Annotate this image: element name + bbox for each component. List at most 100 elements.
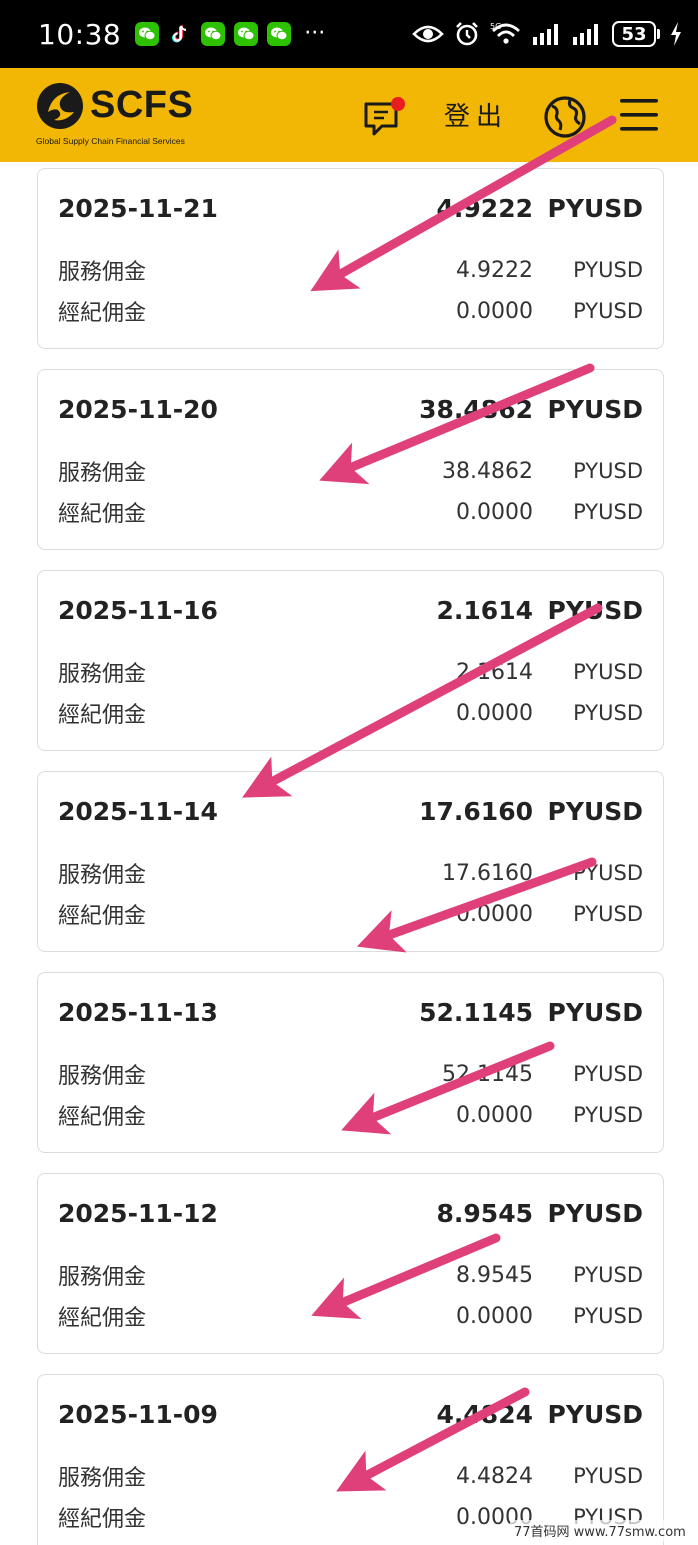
service-commission-value: 2.1614 [456,659,533,685]
broker-commission-label: 經紀佣金 [58,1306,147,1331]
service-commission-label: 服務佣金 [58,1064,147,1089]
wechat-icon [201,22,226,46]
service-commission-label: 服務佣金 [58,1265,147,1290]
service-commission-currency: PYUSD [573,1263,643,1287]
status-time: 10:38 [38,17,122,51]
logo[interactable]: SCFS Global Supply Chain Financial Servi… [36,80,206,150]
notification-dot [391,97,405,111]
broker-commission-label: 經紀佣金 [58,301,147,326]
commission-card: 2025-11-13 52.1145 PYUSD 服務佣金 52.1145 PYUSD … [37,972,664,1153]
broker-commission-value: 0.0000 [456,901,533,927]
broker-commission-currency: PYUSD [573,902,643,926]
service-commission-value: 17.6160 [442,860,533,886]
record-date: 2025-11-21 [58,193,218,223]
broker-commission-currency: PYUSD [573,299,643,323]
service-commission-label: 服務佣金 [58,662,147,687]
service-commission-currency: PYUSD [573,258,643,282]
service-commission-value: 4.9222 [456,257,533,283]
record-currency: PYUSD [547,394,643,424]
status-right: 5G 53 [412,21,682,47]
broker-commission-currency: PYUSD [573,1304,643,1328]
broker-commission-label: 經紀佣金 [58,904,147,929]
signal-icon [573,24,598,45]
commission-list[interactable]: 2025-11-21 4.9222 PYUSD 服務佣金 4.9222 PYUSD 經紀… [0,162,698,1545]
charging-icon [671,22,681,46]
broker-commission-label: 經紀佣金 [58,1105,147,1130]
logo-text: SCFS [90,84,194,126]
record-date: 2025-11-09 [58,1399,218,1429]
language-button[interactable] [542,94,588,140]
service-commission-value: 8.9545 [456,1262,533,1288]
service-commission-label: 服務佣金 [58,863,147,888]
broker-commission-label: 經紀佣金 [58,1507,147,1532]
service-commission-value: 38.4862 [442,458,533,484]
battery-level: 53 [612,21,656,47]
record-total: 2.1614 [436,595,533,625]
broker-commission-currency: PYUSD [573,1103,643,1127]
logo-mark-icon [37,83,83,129]
service-commission-currency: PYUSD [573,660,643,684]
message-button[interactable] [362,96,408,142]
record-currency: PYUSD [547,1399,643,1429]
broker-commission-currency: PYUSD [573,500,643,524]
commission-card: 2025-11-20 38.4862 PYUSD 服務佣金 38.4862 PYUSD … [37,369,664,550]
commission-card: 2025-11-21 4.9222 PYUSD 服務佣金 4.9222 PYUSD 經紀… [37,168,664,349]
record-currency: PYUSD [547,193,643,223]
service-commission-currency: PYUSD [573,861,643,885]
globe-icon [544,96,586,138]
wechat-icon [267,22,292,46]
record-total: 4.4824 [436,1399,533,1429]
more-notifications-icon: ··· [304,21,326,46]
wifi-icon: 5G [490,22,520,44]
record-currency: PYUSD [547,796,643,826]
broker-commission-currency: PYUSD [573,701,643,725]
record-currency: PYUSD [547,1198,643,1228]
watermark: 77首码网 www.77smw.com [510,1520,690,1541]
record-currency: PYUSD [547,595,643,625]
eye-icon [412,25,444,43]
broker-commission-label: 經紀佣金 [58,502,147,527]
wechat-icon [135,22,160,46]
record-date: 2025-11-12 [58,1198,218,1228]
service-commission-currency: PYUSD [573,1464,643,1488]
service-commission-value: 4.4824 [456,1463,533,1489]
broker-commission-value: 0.0000 [456,1102,533,1128]
battery-icon: 53 [612,21,660,47]
logo-subtitle: Global Supply Chain Financial Services [36,136,185,146]
service-commission-currency: PYUSD [573,1062,643,1086]
record-total: 8.9545 [436,1198,533,1228]
record-total: 4.9222 [436,193,533,223]
alarm-icon [456,22,478,46]
status-bar: 10:38 ··· 5G 53 [0,0,698,68]
record-total: 38.4862 [419,394,533,424]
record-date: 2025-11-13 [58,997,218,1027]
record-currency: PYUSD [547,997,643,1027]
logout-button[interactable]: 登出 [444,96,508,133]
wechat-icon [234,22,259,46]
tiktok-icon [168,22,193,46]
service-commission-value: 52.1145 [442,1061,533,1087]
broker-commission-label: 經紀佣金 [58,703,147,728]
broker-commission-value: 0.0000 [456,499,533,525]
record-total: 17.6160 [419,796,533,826]
broker-commission-value: 0.0000 [456,1303,533,1329]
network-type-label: 5G [490,22,501,31]
service-commission-label: 服務佣金 [58,1466,147,1491]
broker-commission-value: 0.0000 [456,298,533,324]
service-commission-currency: PYUSD [573,459,643,483]
record-date: 2025-11-14 [58,796,218,826]
service-commission-label: 服務佣金 [58,260,147,285]
app-header: SCFS Global Supply Chain Financial Servi… [0,68,698,162]
service-commission-label: 服務佣金 [58,461,147,486]
commission-card: 2025-11-12 8.9545 PYUSD 服務佣金 8.9545 PYUSD 經紀… [37,1173,664,1354]
signal-icon [533,24,558,45]
record-date: 2025-11-20 [58,394,218,424]
menu-button[interactable] [618,96,660,134]
commission-card: 2025-11-14 17.6160 PYUSD 服務佣金 17.6160 PYUSD … [37,771,664,952]
record-date: 2025-11-16 [58,595,218,625]
record-total: 52.1145 [419,997,533,1027]
broker-commission-value: 0.0000 [456,700,533,726]
message-icon [364,97,405,136]
commission-card: 2025-11-16 2.1614 PYUSD 服務佣金 2.1614 PYUSD 經紀… [37,570,664,751]
menu-icon [620,99,658,131]
